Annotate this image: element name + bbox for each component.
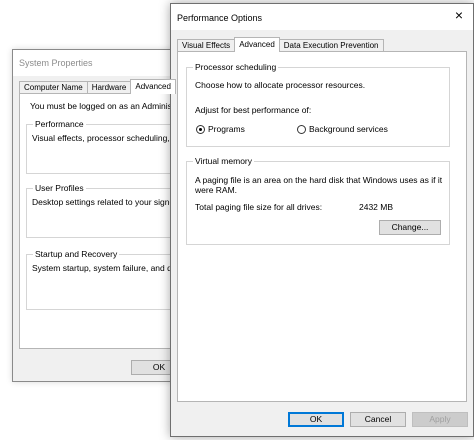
- user-profiles-group-title: User Profiles: [33, 183, 86, 193]
- close-icon[interactable]: ×: [455, 8, 463, 22]
- cancel-button[interactable]: Cancel: [350, 412, 406, 427]
- tab-advanced[interactable]: Advanced: [130, 79, 176, 94]
- performance-desc: Visual effects, processor scheduling, me…: [32, 133, 187, 143]
- performance-options-advanced-panel: Processor scheduling Choose how to alloc…: [177, 51, 467, 402]
- tab-advanced[interactable]: Advanced: [234, 37, 280, 52]
- virtual-memory-desc-line1: A paging file is an area on the hard dis…: [195, 175, 443, 185]
- startup-recovery-group-title: Startup and Recovery: [33, 249, 120, 259]
- processor-scheduling-group: Processor scheduling Choose how to alloc…: [186, 62, 450, 147]
- change-button[interactable]: Change...: [379, 220, 441, 235]
- performance-options-tabs: Visual Effects Advanced Data Execution P…: [177, 37, 384, 52]
- performance-options-window: Performance Options × Visual Effects Adv…: [170, 3, 474, 437]
- system-properties-tabs: Computer Name Hardware Advanced S: [19, 79, 191, 94]
- background-services-radio[interactable]: [297, 125, 306, 134]
- ok-button[interactable]: OK: [288, 412, 344, 427]
- performance-options-titlebar: Performance Options ×: [171, 4, 473, 30]
- system-properties-advanced-panel: You must be logged on as an Administrato…: [19, 93, 196, 349]
- total-paging-value: 2432 MB: [359, 202, 394, 212]
- adjust-label: Adjust for best performance of:: [195, 105, 312, 115]
- virtual-memory-desc-line2: were RAM.: [195, 185, 238, 195]
- user-profiles-desc: Desktop settings related to your sign-in: [32, 197, 179, 207]
- programs-radio-label[interactable]: Programs: [208, 124, 245, 134]
- system-properties-title: System Properties: [19, 58, 93, 68]
- system-properties-titlebar: System Properties: [13, 50, 191, 76]
- apply-button[interactable]: Apply: [412, 412, 468, 427]
- virtual-memory-group: Virtual memory A paging file is an area …: [186, 156, 450, 245]
- startup-recovery-desc: System startup, system failure, and debu…: [32, 263, 191, 273]
- processor-scheduling-title: Processor scheduling: [193, 62, 279, 72]
- performance-group-title: Performance: [33, 119, 86, 129]
- programs-radio[interactable]: [196, 125, 205, 134]
- virtual-memory-title: Virtual memory: [193, 156, 254, 166]
- performance-options-title: Performance Options: [177, 13, 263, 23]
- background-services-radio-label[interactable]: Background services: [309, 124, 388, 134]
- system-properties-window: System Properties Computer Name Hardware…: [12, 49, 196, 382]
- total-paging-label: Total paging file size for all drives:: [195, 202, 323, 212]
- processor-scheduling-desc: Choose how to allocate processor resourc…: [195, 80, 366, 90]
- admin-note: You must be logged on as an Administrato: [30, 101, 189, 111]
